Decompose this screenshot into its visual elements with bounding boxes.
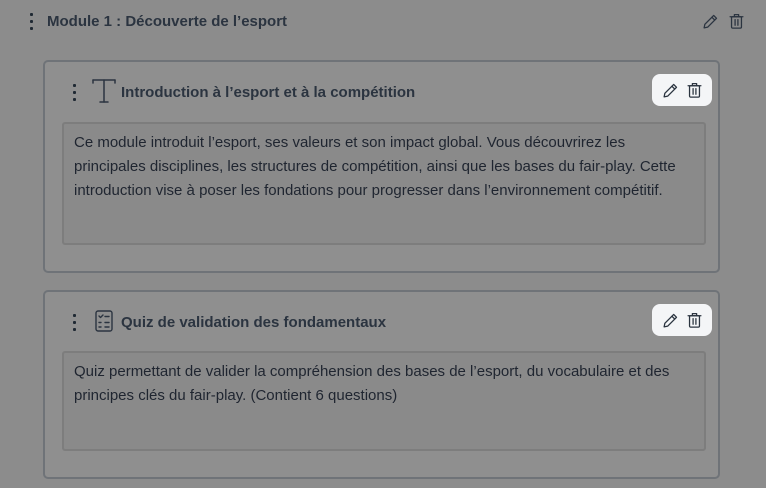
- item-actions: [652, 74, 712, 106]
- module-title: Module 1 : Découverte de l’esport: [47, 13, 288, 30]
- item-actions: [652, 304, 712, 336]
- module-actions: [700, 11, 746, 31]
- item-description: Quiz permettant de valider la compréhens…: [62, 351, 706, 451]
- item-delete-button[interactable]: [684, 80, 704, 100]
- quiz-icon: [89, 306, 119, 336]
- trash-icon: [728, 13, 744, 29]
- item-delete-button[interactable]: [684, 310, 704, 330]
- content-item-card: Quiz de validation des fondamentaux Quiz…: [43, 290, 720, 479]
- trash-icon: [686, 82, 702, 98]
- text-icon: [89, 76, 119, 106]
- item-edit-button[interactable]: [660, 80, 680, 100]
- pencil-icon: [662, 313, 677, 328]
- pencil-icon: [662, 83, 677, 98]
- content-item-card: Introduction à l’esport et à la compétit…: [43, 60, 720, 273]
- trash-icon: [686, 312, 702, 328]
- drag-handle-icon[interactable]: [28, 13, 34, 30]
- module-edit-button[interactable]: [700, 11, 720, 31]
- item-description: Ce module introduit l’esport, ses valeur…: [62, 122, 706, 245]
- item-edit-button[interactable]: [660, 310, 680, 330]
- pencil-icon: [702, 14, 717, 29]
- drag-handle-icon[interactable]: [71, 84, 77, 101]
- module-header: Module 1 : Découverte de l’esport: [0, 0, 766, 44]
- drag-handle-icon[interactable]: [71, 314, 77, 331]
- item-title: Introduction à l’esport et à la compétit…: [121, 84, 416, 101]
- item-title: Quiz de validation des fondamentaux: [121, 314, 387, 331]
- module-delete-button[interactable]: [726, 11, 746, 31]
